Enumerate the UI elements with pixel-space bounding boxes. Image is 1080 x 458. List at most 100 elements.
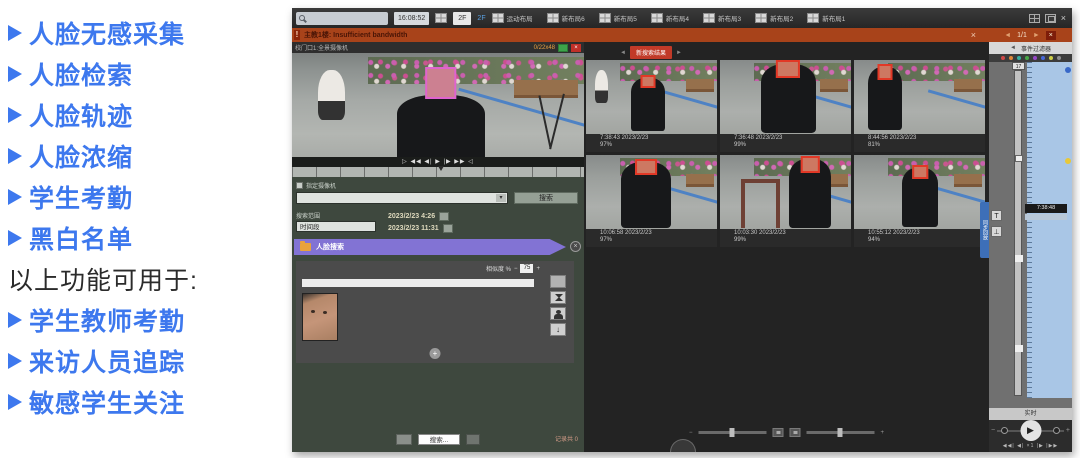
end-datetime[interactable]: 2023/2/23 11:31 <box>388 225 439 232</box>
feature-intro-line: 以上功能可用于: <box>8 258 288 299</box>
text-tool-button[interactable]: T <box>991 210 1002 221</box>
active-layout-tab[interactable]: 2F <box>453 12 471 25</box>
feature-item: 学生考勤 <box>8 176 288 217</box>
tile-view-icon[interactable] <box>1029 14 1040 23</box>
matched-person-figure <box>621 162 671 227</box>
increase-icon[interactable]: + <box>536 266 540 272</box>
search-input[interactable] <box>296 12 388 25</box>
sync-playback-tab[interactable]: 同步回放 <box>980 202 989 258</box>
next-results-icon[interactable]: ► <box>676 50 682 56</box>
camera-dropdown[interactable]: ▾ <box>296 192 508 204</box>
filter-dot-icon[interactable] <box>1049 56 1053 60</box>
filter-dot-icon[interactable] <box>1025 56 1029 60</box>
close-video-button[interactable]: × <box>571 44 581 52</box>
filter-dot-icon[interactable] <box>1017 56 1021 60</box>
left-slider[interactable] <box>699 431 767 434</box>
layout-tab-link[interactable]: 2F <box>477 15 485 22</box>
search-more-button[interactable]: 搜索... <box>418 434 460 445</box>
layout-tab[interactable]: 新布局5 <box>599 13 637 23</box>
frame-step-controls[interactable]: ◀◀| ◀| ×1 |▶ |▶▶ <box>989 443 1072 449</box>
play-button[interactable]: ▶ <box>1020 420 1041 441</box>
close-window-icon[interactable]: × <box>1061 14 1066 23</box>
layout-tab[interactable]: 新布局3 <box>703 13 741 23</box>
alert-close-icon[interactable]: × <box>971 30 976 40</box>
anchor-tool-button[interactable]: ⊥ <box>991 226 1002 237</box>
banner-close-icon[interactable]: × <box>570 241 581 252</box>
bench-background <box>820 79 849 92</box>
live-button[interactable]: 实时 <box>989 408 1072 420</box>
jog-dial[interactable] <box>670 439 696 452</box>
history-button[interactable] <box>550 291 566 304</box>
result-caption: 10:03:30 2023/2/23 99% <box>720 229 851 244</box>
event-marker-blue[interactable] <box>1065 67 1071 73</box>
ruler-labels <box>1027 62 1072 398</box>
speed-knob-right[interactable] <box>1053 427 1060 434</box>
minus-icon[interactable]: − <box>689 430 693 436</box>
pan-view-button[interactable] <box>790 428 801 437</box>
filter-dot-icon[interactable] <box>1057 56 1061 60</box>
reference-input-bar[interactable] <box>302 279 534 287</box>
search-go-button[interactable]: 搜索 <box>514 192 578 204</box>
export-tool-button[interactable] <box>466 434 480 445</box>
next-page-icon[interactable]: ► <box>1033 32 1040 39</box>
result-card[interactable]: 7:38:43 2023/2/23 97% <box>586 60 717 152</box>
calendar-icon[interactable] <box>439 212 449 221</box>
live-video-frame[interactable] <box>292 53 584 157</box>
result-timestamp: 10:06:58 2023/2/23 <box>600 230 717 237</box>
camera-checkbox[interactable] <box>296 182 303 189</box>
layout-tab[interactable]: 新布局4 <box>651 13 689 23</box>
speed-plus-icon[interactable]: + <box>1066 427 1070 434</box>
layout-tab[interactable]: 新布局6 <box>547 13 585 23</box>
grid-layout-icon <box>492 13 504 23</box>
result-card[interactable]: 7:36:48 2023/2/23 99% <box>720 60 851 152</box>
feature-item-label: 来访人员追踪 <box>29 343 185 379</box>
result-card[interactable]: 10:55:12 2023/2/23 94% <box>854 155 985 247</box>
record-indicator[interactable] <box>558 44 568 52</box>
timeline-body: 同步回放 17 7:38:48 T ⊥ <box>989 62 1072 408</box>
start-datetime[interactable]: 2023/2/23 4:26 <box>388 213 435 220</box>
calendar-icon[interactable] <box>443 224 453 233</box>
alert-dismiss-button[interactable]: × <box>1046 31 1056 40</box>
layout-tab[interactable]: 运动布局 <box>492 13 533 23</box>
add-face-button[interactable]: + <box>430 348 441 359</box>
plus-icon[interactable]: + <box>881 430 885 436</box>
grid-tool-button[interactable] <box>396 434 412 445</box>
dropdown-arrow-icon[interactable]: ▾ <box>496 194 506 202</box>
results-pane: ◄ 新搜索结果 ► 7:38:43 <box>584 42 989 452</box>
back-icon[interactable]: ◄ <box>1010 45 1016 51</box>
layout-grid-icon[interactable] <box>435 13 447 23</box>
result-card[interactable]: 8:44:56 2023/2/23 81% <box>854 60 985 152</box>
decrease-icon[interactable]: − <box>514 266 518 272</box>
similarity-value[interactable]: 75 <box>520 264 533 273</box>
range-dropdown[interactable]: 时间段 <box>296 221 376 232</box>
filter-dot-icon[interactable] <box>1033 56 1037 60</box>
prev-results-icon[interactable]: ◄ <box>620 50 626 56</box>
download-button[interactable]: ↓ <box>550 323 566 336</box>
face-search-banner[interactable]: 人脸搜索 <box>294 239 566 255</box>
right-slider[interactable] <box>807 431 875 434</box>
event-marker-yellow[interactable] <box>1065 158 1071 164</box>
video-timeline[interactable] <box>292 167 584 177</box>
result-card[interactable]: 10:03:30 2023/2/23 99% <box>720 155 851 247</box>
alert-bar: ! 主教1楼: Insufficient bandwidth × ◄ 1/1 ►… <box>292 28 1072 42</box>
feature-item-label: 人脸无感采集 <box>29 15 185 51</box>
new-results-button[interactable]: 新搜索结果 <box>630 46 672 59</box>
fit-view-button[interactable] <box>773 428 784 437</box>
person-button[interactable] <box>550 307 566 320</box>
vertical-time-ruler[interactable] <box>1027 62 1072 398</box>
reference-face-thumbnail[interactable] <box>302 293 338 341</box>
speed-knob-left[interactable] <box>1001 427 1008 434</box>
speed-minus-icon[interactable]: − <box>991 427 995 434</box>
filter-dot-icon[interactable] <box>1041 56 1045 60</box>
prev-page-icon[interactable]: ◄ <box>1004 32 1011 39</box>
swatch-button[interactable] <box>550 275 566 288</box>
layout-tab[interactable]: 新布局1 <box>807 13 845 23</box>
filter-dot-icon[interactable] <box>1001 56 1005 60</box>
timeline-position-marker[interactable] <box>438 166 444 171</box>
filter-color-dots[interactable] <box>989 54 1072 62</box>
layout-tab[interactable]: 新布局2 <box>755 13 793 23</box>
event-scroll-track[interactable] <box>1014 70 1022 396</box>
restore-window-icon[interactable] <box>1045 14 1056 23</box>
result-card[interactable]: 10:06:58 2023/2/23 97% <box>586 155 717 247</box>
filter-dot-icon[interactable] <box>1009 56 1013 60</box>
